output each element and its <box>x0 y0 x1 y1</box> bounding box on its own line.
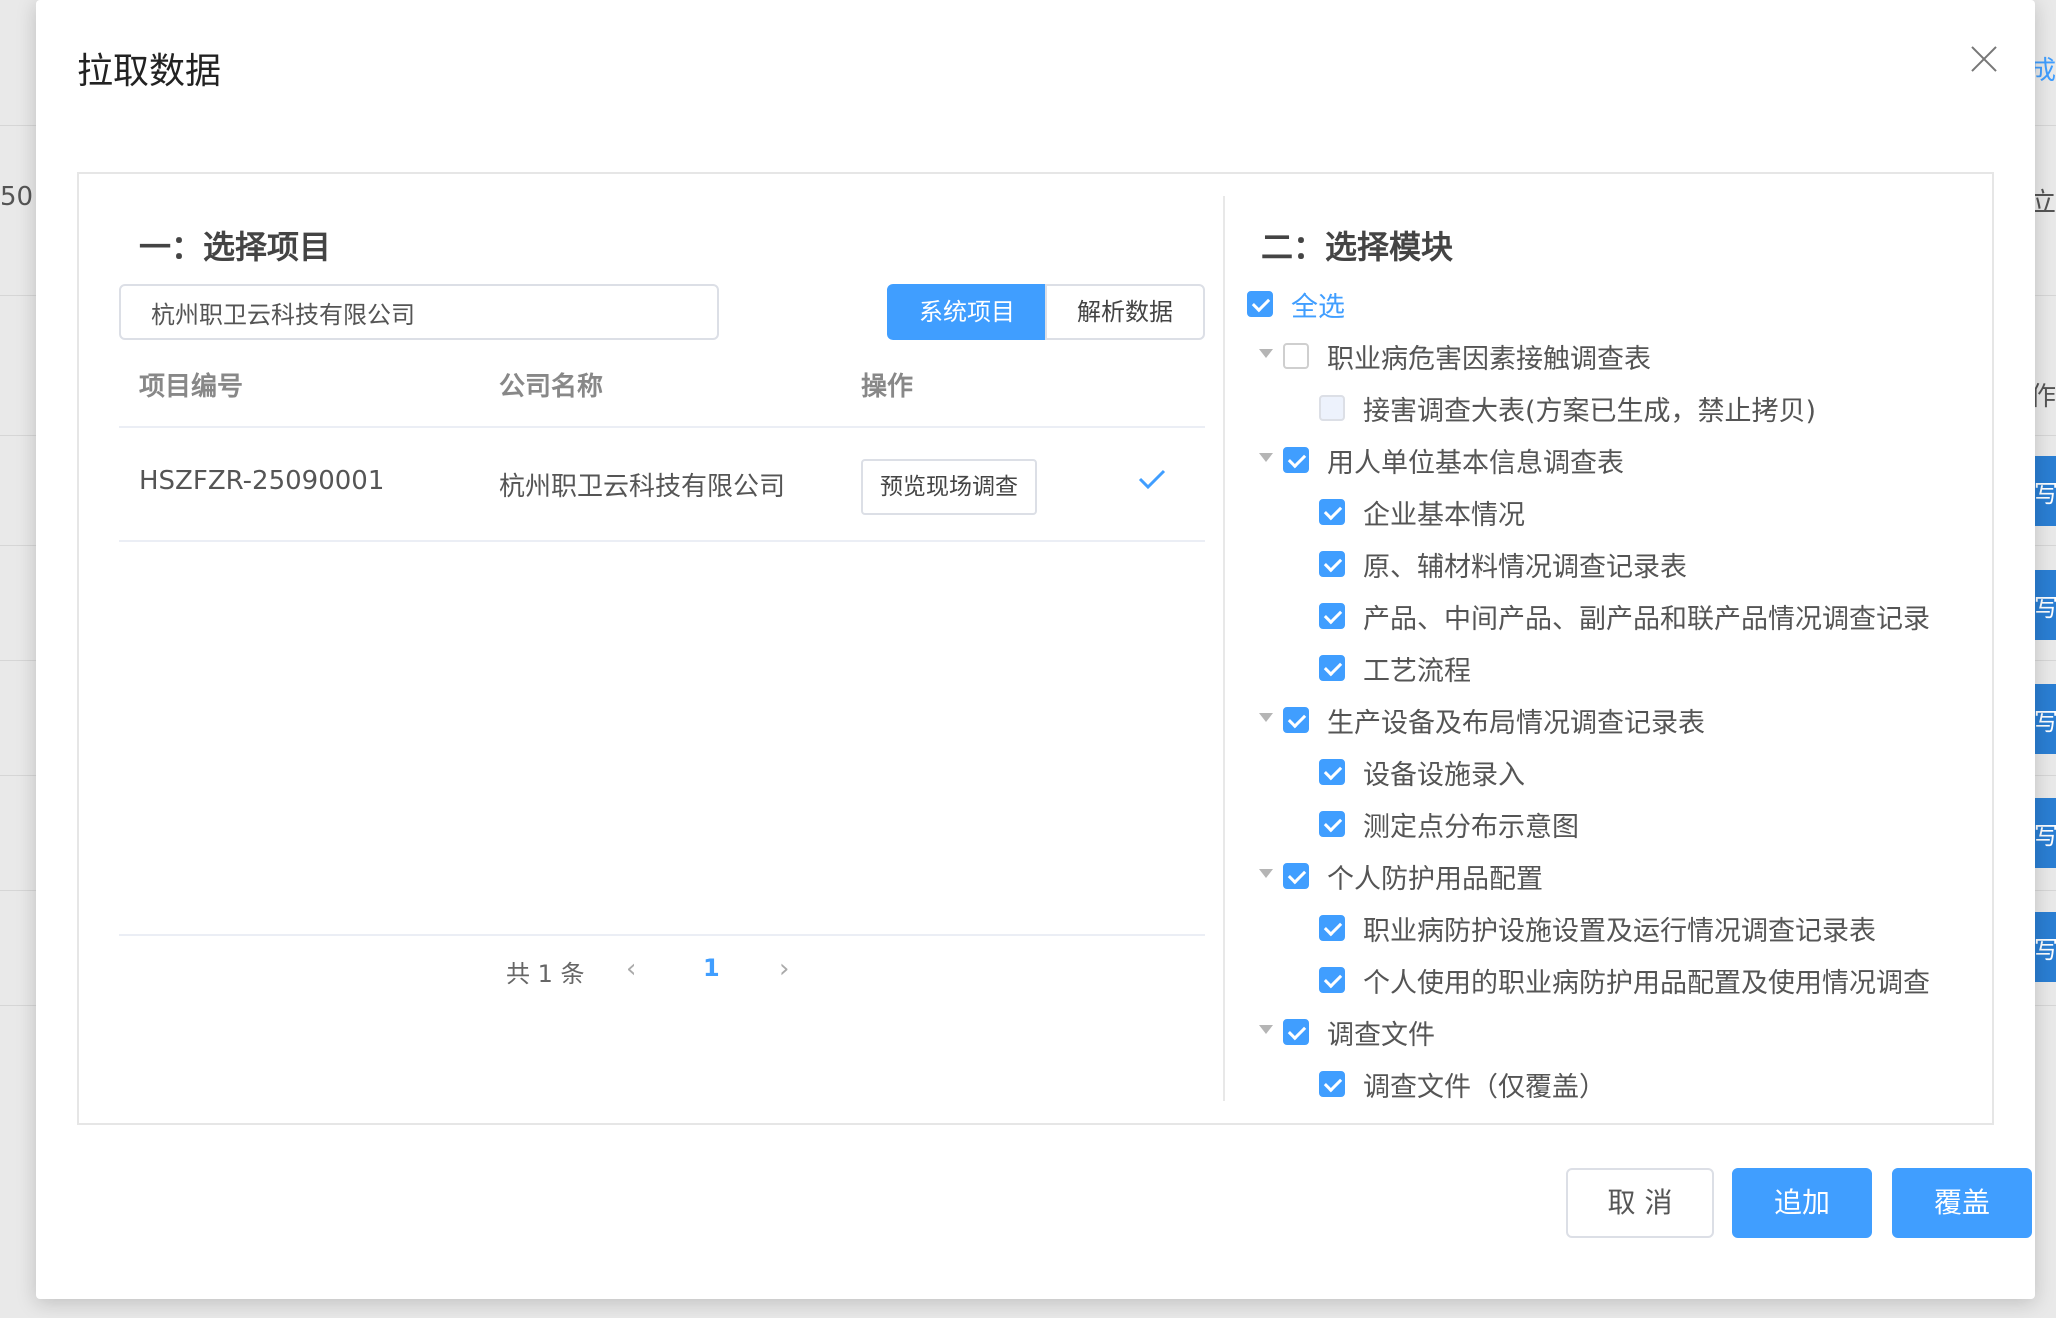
tree-node-label: 工艺流程 <box>1363 655 1471 687</box>
tree-node[interactable]: 调查文件 <box>1283 1012 1435 1052</box>
caret-down-icon[interactable] <box>1259 869 1273 878</box>
checkbox[interactable] <box>1247 291 1273 317</box>
tab-parse-data[interactable]: 解析数据 <box>1045 284 1205 340</box>
column-header-action: 操作 <box>861 372 914 402</box>
dialog-title: 拉取数据 <box>77 51 222 92</box>
select-all-checkbox[interactable]: 全选 <box>1247 284 1345 324</box>
column-header-company: 公司名称 <box>499 372 604 402</box>
table-bottom-divider <box>119 934 1205 936</box>
tree-node-label: 企业基本情况 <box>1363 499 1525 531</box>
tree-node[interactable]: 职业病危害因素接触调查表 <box>1283 336 1651 376</box>
tree-node-label: 原、辅材料情况调查记录表 <box>1363 551 1687 583</box>
tree-leaf[interactable]: 原、辅材料情况调查记录表 <box>1319 544 1687 584</box>
caret-down-icon[interactable] <box>1259 453 1273 462</box>
tree-leaf[interactable]: 个人使用的职业病防护用品配置及使用情况调查 <box>1319 960 1930 1000</box>
tree-node-label: 接害调查大表(方案已生成，禁止拷贝) <box>1363 395 1817 427</box>
cell-project-no: HSZFZR-25090001 <box>139 466 385 496</box>
tree-leaf[interactable]: 测定点分布示意图 <box>1319 804 1579 844</box>
checkbox[interactable] <box>1283 447 1309 473</box>
tree-leaf[interactable]: 调查文件（仅覆盖） <box>1319 1064 1606 1104</box>
tree-node[interactable]: 个人防护用品配置 <box>1283 856 1543 896</box>
tree-leaf[interactable]: 职业病防护设施设置及运行情况调查记录表 <box>1319 908 1876 948</box>
append-button[interactable]: 追加 <box>1732 1168 1872 1238</box>
select-module-title: 二：选择模块 <box>1261 228 1454 266</box>
caret-down-icon[interactable] <box>1259 1025 1273 1034</box>
checkbox[interactable] <box>1283 1019 1309 1045</box>
tree-node-label: 测定点分布示意图 <box>1363 811 1579 843</box>
tree-node-label: 个人使用的职业病防护用品配置及使用情况调查 <box>1363 967 1930 999</box>
tree-node-label: 职业病危害因素接触调查表 <box>1327 343 1651 375</box>
table-row-divider <box>119 540 1205 542</box>
checkbox[interactable] <box>1319 811 1345 837</box>
tree-node-label: 调查文件 <box>1327 1019 1435 1051</box>
overwrite-button[interactable]: 覆盖 <box>1892 1168 2032 1238</box>
tree-node-label: 产品、中间产品、副产品和联产品情况调查记录 <box>1363 603 1930 635</box>
tree-node-label: 用人单位基本信息调查表 <box>1327 447 1624 479</box>
tree-leaf: 接害调查大表(方案已生成，禁止拷贝) <box>1319 388 1816 428</box>
pager-page-1[interactable]: 1 <box>703 954 720 982</box>
caret-down-icon[interactable] <box>1259 349 1273 358</box>
tree-leaf[interactable]: 设备设施录入 <box>1319 752 1525 792</box>
select-project-title: 一：选择项目 <box>139 228 332 266</box>
checkbox[interactable] <box>1319 603 1345 629</box>
checkbox[interactable] <box>1283 863 1309 889</box>
column-header-project-no: 项目编号 <box>139 372 244 402</box>
checkbox[interactable] <box>1319 759 1345 785</box>
tree-node[interactable]: 用人单位基本信息调查表 <box>1283 440 1624 480</box>
tree-node-label: 设备设施录入 <box>1363 759 1525 791</box>
pager-total: 共 1 条 <box>506 960 585 988</box>
close-icon[interactable] <box>1969 44 1999 74</box>
select-all-label: 全选 <box>1291 291 1345 323</box>
checkbox[interactable] <box>1319 1071 1345 1097</box>
panel-divider <box>1223 196 1225 1101</box>
checkbox[interactable] <box>1319 915 1345 941</box>
checkbox-disabled <box>1319 395 1345 421</box>
selected-check-icon <box>1138 469 1166 490</box>
checkbox[interactable] <box>1319 655 1345 681</box>
cancel-button[interactable]: 取 消 <box>1566 1168 1714 1238</box>
tree-node-label: 调查文件（仅覆盖） <box>1363 1071 1606 1103</box>
checkbox[interactable] <box>1319 551 1345 577</box>
caret-down-icon[interactable] <box>1259 713 1273 722</box>
pager-next-icon[interactable]: › <box>779 954 789 984</box>
table-header-divider <box>119 426 1205 428</box>
company-search-input[interactable] <box>119 284 719 340</box>
tree-node[interactable]: 生产设备及布局情况调查记录表 <box>1283 700 1705 740</box>
tab-system-projects[interactable]: 系统项目 <box>887 284 1047 340</box>
checkbox[interactable] <box>1283 343 1309 369</box>
pager-prev-icon[interactable]: ‹ <box>626 954 636 984</box>
tree-node-label: 生产设备及布局情况调查记录表 <box>1327 707 1705 739</box>
pull-data-dialog: 拉取数据 一：选择项目 系统项目 解析数据 项目编号 公司名称 操作 HSZFZ… <box>36 0 2035 1299</box>
checkbox[interactable] <box>1319 499 1345 525</box>
checkbox[interactable] <box>1283 707 1309 733</box>
tree-leaf[interactable]: 产品、中间产品、副产品和联产品情况调查记录 <box>1319 596 1930 636</box>
tree-node-label: 个人防护用品配置 <box>1327 863 1543 895</box>
preview-site-survey-button[interactable]: 预览现场调查 <box>861 459 1037 515</box>
dialog-body-panel: 一：选择项目 系统项目 解析数据 项目编号 公司名称 操作 HSZFZR-250… <box>77 172 1994 1125</box>
tree-leaf[interactable]: 企业基本情况 <box>1319 492 1525 532</box>
tree-node-label: 职业病防护设施设置及运行情况调查记录表 <box>1363 915 1876 947</box>
cell-company: 杭州职卫云科技有限公司 <box>499 472 786 502</box>
tree-leaf[interactable]: 工艺流程 <box>1319 648 1471 688</box>
bg-edge-text: 50 <box>0 182 34 212</box>
checkbox[interactable] <box>1319 967 1345 993</box>
